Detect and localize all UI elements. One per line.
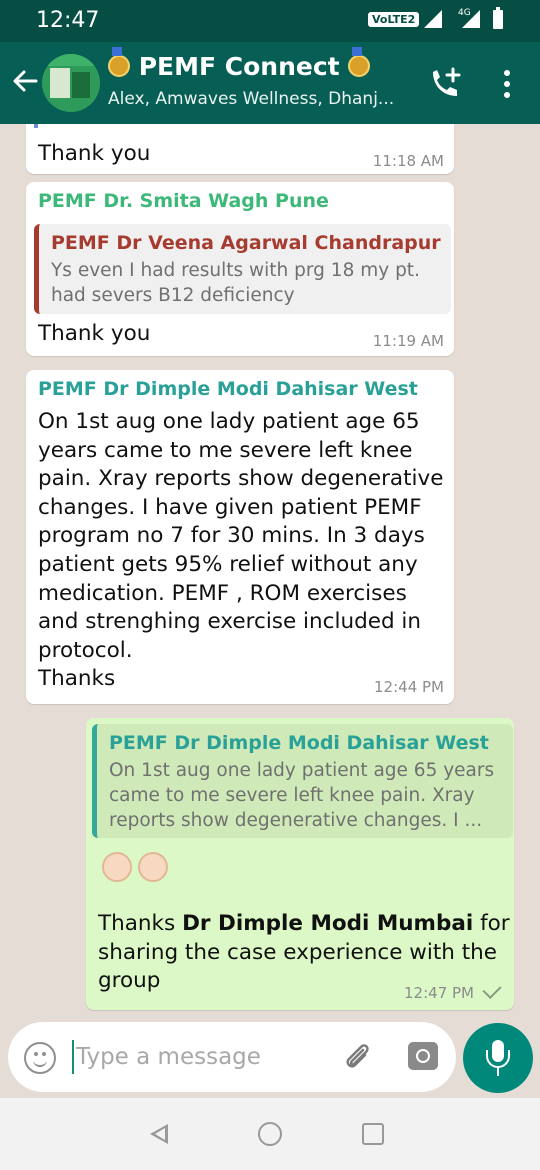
group-name: PEMF Connect — [138, 52, 340, 81]
message-input[interactable] — [76, 1039, 336, 1075]
medal-icon — [108, 47, 130, 77]
message-bubble-outgoing[interactable]: PEMF Dr Dimple Modi Dahisar West On 1st … — [86, 718, 514, 1010]
message-text: On 1st aug one lady patient age 65 years… — [38, 409, 444, 692]
quoted-text: On 1st aug one lady patient age 65 years… — [109, 760, 495, 831]
back-arrow-icon[interactable] — [10, 64, 40, 98]
ok-hand-emoji — [102, 852, 132, 882]
signal-icon — [424, 10, 442, 28]
group-avatar[interactable] — [42, 54, 100, 112]
volte-badge: VoLTE2 — [368, 12, 420, 27]
message-bubble[interactable]: PEMF Dr. Smita Wagh Pune PEMF Dr Veena A… — [26, 182, 454, 356]
quoted-sender: PEMF Dr Dimple Modi Dahisar West — [109, 732, 489, 754]
quote-edge — [34, 124, 38, 128]
quoted-sender: PEMF Dr Veena Agarwal Chandrapur — [51, 232, 441, 254]
message-time: 11:19 AM — [372, 332, 444, 350]
message-text: Thank you — [38, 321, 151, 346]
status-bar: 12:47 VoLTE2 4G — [0, 0, 540, 42]
add-call-icon[interactable] — [427, 66, 463, 102]
message-composer — [8, 1022, 456, 1092]
signal-2-icon — [462, 10, 480, 28]
status-time: 12:47 — [36, 8, 100, 33]
nav-recents-icon[interactable] — [362, 1123, 384, 1145]
message-text-part: Thanks — [98, 911, 183, 936]
emoji-icon[interactable] — [24, 1042, 56, 1074]
more-vert-icon[interactable] — [500, 68, 514, 100]
message-bubble[interactable]: Thank you 11:18 AM — [26, 124, 454, 174]
quoted-message[interactable]: PEMF Dr Dimple Modi Dahisar West On 1st … — [92, 724, 513, 838]
chat-header: PEMF Connect Alex, Amwaves Wellness, Dha… — [0, 42, 540, 124]
message-text: Thank you — [38, 141, 151, 166]
nav-back-icon[interactable] — [150, 1124, 168, 1144]
mic-button[interactable] — [463, 1023, 533, 1093]
group-participants[interactable]: Alex, Amwaves Wellness, Dhanj... — [108, 89, 394, 109]
quoted-text: Ys even I had results with prg 18 my pt.… — [51, 260, 420, 306]
camera-icon[interactable] — [408, 1042, 438, 1070]
quoted-message[interactable]: PEMF Dr Veena Agarwal Chandrapur Ys even… — [34, 224, 451, 314]
message-bubble[interactable]: PEMF Dr Dimple Modi Dahisar West On 1st … — [26, 370, 454, 704]
medal-icon — [348, 47, 371, 77]
ok-hand-emoji — [138, 852, 168, 882]
attach-icon[interactable] — [341, 1040, 375, 1074]
nav-home-icon[interactable] — [258, 1122, 282, 1146]
message-time: 11:18 AM — [372, 152, 444, 170]
chat-area[interactable]: Thank you 11:18 AM PEMF Dr. Smita Wagh P… — [0, 124, 540, 1022]
message-text-bold: Dr Dimple Modi Mumbai — [182, 911, 474, 936]
battery-icon — [493, 7, 503, 29]
group-title[interactable]: PEMF Connect — [108, 47, 371, 81]
message-sender: PEMF Dr Dimple Modi Dahisar West — [38, 378, 418, 400]
message-time: 12:47 PM — [404, 984, 474, 1002]
message-sender: PEMF Dr. Smita Wagh Pune — [38, 190, 329, 212]
system-nav-bar — [0, 1098, 540, 1170]
message-text: Thanks Dr Dimple Modi Mumbai for sharing… — [98, 910, 510, 996]
message-time: 12:44 PM — [374, 678, 444, 696]
text-cursor — [72, 1040, 74, 1074]
